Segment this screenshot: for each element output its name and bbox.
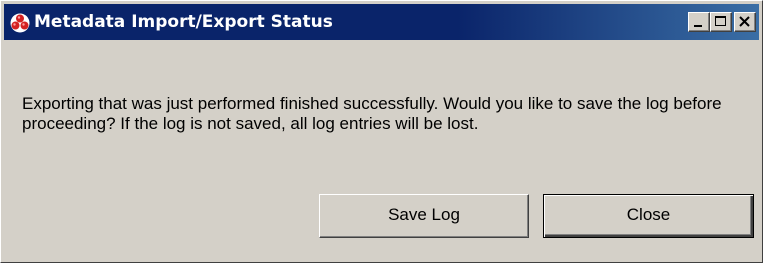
- maximize-button[interactable]: [710, 12, 732, 32]
- dialog-window: Metadata Import/Export Status Exporting …: [0, 0, 763, 263]
- close-window-button[interactable]: [734, 12, 756, 32]
- save-log-button[interactable]: Save Log: [319, 194, 529, 238]
- window-title: Metadata Import/Export Status: [34, 12, 333, 32]
- title-bar[interactable]: Metadata Import/Export Status: [4, 4, 759, 40]
- minimize-button[interactable]: [688, 12, 710, 32]
- maximize-icon: [715, 16, 726, 26]
- minimize-icon: [694, 25, 702, 27]
- app-icon[interactable]: [9, 12, 31, 34]
- close-icon: [739, 16, 750, 27]
- status-message: Exporting that was just performed finish…: [22, 94, 722, 133]
- close-button[interactable]: Close: [543, 194, 754, 238]
